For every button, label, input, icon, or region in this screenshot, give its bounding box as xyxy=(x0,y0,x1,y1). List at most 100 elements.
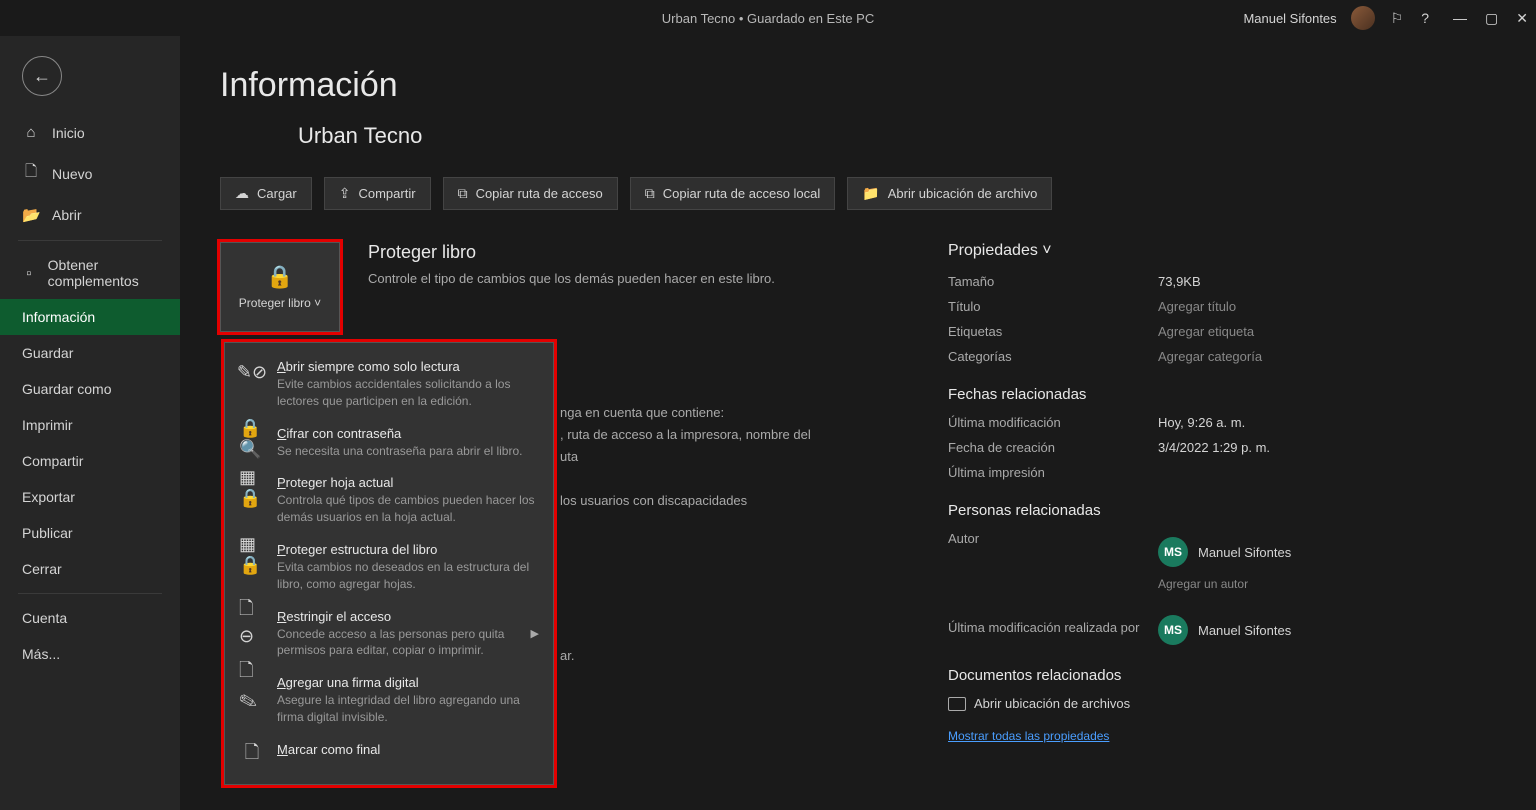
lastmod-name: Manuel Sifontes xyxy=(1198,623,1291,638)
action-compartir[interactable]: ⇪Compartir xyxy=(324,177,431,210)
sidebar-item-obtener-complementos[interactable]: ▫Obtener complementos xyxy=(0,247,180,299)
add-author[interactable]: Agregar un autor xyxy=(1158,577,1496,591)
prop-label: Título xyxy=(948,299,1158,314)
protect-section-desc: Controle el tipo de cambios que los demá… xyxy=(368,269,838,289)
sidebar-item-compartir[interactable]: Compartir xyxy=(0,443,180,479)
dropdown-item-icon: 🗋⊖ xyxy=(239,609,265,635)
dropdown-item-icon: ✎⊘ xyxy=(239,359,265,385)
properties-header[interactable]: Propiedades ˅ xyxy=(948,242,1496,260)
sidebar-item-información[interactable]: Información xyxy=(0,299,180,335)
prop-value[interactable]: Agregar categoría xyxy=(1158,349,1262,364)
dropdown-item-title: Cifrar con contraseña xyxy=(277,426,539,441)
protect-tile-label: Proteger libro ˅ xyxy=(239,296,321,310)
sidebar-item-abrir[interactable]: 📂Abrir xyxy=(0,196,180,234)
action-icon: 📁 xyxy=(862,185,879,202)
chevron-right-icon: ▶ xyxy=(531,627,539,640)
maximize-icon[interactable]: ▢ xyxy=(1485,10,1498,27)
sidebar-item-exportar[interactable]: Exportar xyxy=(0,479,180,515)
dropdown-item-icon: ▦🔒 xyxy=(239,475,265,501)
document-title: Urban Tecno xyxy=(298,123,1496,149)
nav-icon: ▫ xyxy=(22,265,36,282)
prop-label: Etiquetas xyxy=(948,324,1158,339)
protect-workbook-tile[interactable]: 🔒 Proteger libro ˅ xyxy=(220,242,340,332)
dates-header: Fechas relacionadas xyxy=(948,386,1496,403)
help-icon[interactable]: ? xyxy=(1419,8,1431,28)
sidebar-item-imprimir[interactable]: Imprimir xyxy=(0,407,180,443)
sidebar: ← ⌂Inicio🗋Nuevo📂Abrir ▫Obtener complement… xyxy=(0,36,180,810)
dropdown-item[interactable]: ▦🔒 Proteger estructura del libro Evita c… xyxy=(225,534,553,601)
nav-icon: 📂 xyxy=(22,206,40,224)
dropdown-item-icon: 🗋✎ xyxy=(239,675,265,701)
dropdown-item-icon: 🗋 xyxy=(239,742,265,768)
author-label: Autor xyxy=(948,531,1158,567)
dropdown-item-desc: Concede acceso a las personas pero quita… xyxy=(277,626,519,660)
prop-value: Hoy, 9:26 a. m. xyxy=(1158,415,1245,430)
titlebar-title: Urban Tecno • Guardado en Este PC xyxy=(662,11,874,26)
dropdown-item[interactable]: 🔒🔍 Cifrar con contraseña Se necesita una… xyxy=(225,418,553,468)
prop-label: Fecha de creación xyxy=(948,440,1158,455)
dropdown-item-icon: ▦🔒 xyxy=(239,542,265,568)
action-icon: ⇪ xyxy=(339,185,351,202)
dropdown-item-icon: 🔒🔍 xyxy=(239,426,265,452)
prop-value: 3/4/2022 1:29 p. m. xyxy=(1158,440,1270,455)
protect-dropdown: ✎⊘ Abrir siempre como solo lectura Evite… xyxy=(224,342,554,785)
prop-label: Última modificación xyxy=(948,415,1158,430)
action-abrir-ubicación-de-archivo[interactable]: 📁Abrir ubicación de archivo xyxy=(847,177,1052,210)
dropdown-item-title: Proteger hoja actual xyxy=(277,475,539,490)
nav-icon: 🗋 xyxy=(22,161,40,186)
prop-label: Última impresión xyxy=(948,465,1158,480)
sidebar-item-inicio[interactable]: ⌂Inicio xyxy=(0,114,180,151)
minimize-icon[interactable]: — xyxy=(1453,10,1467,27)
sidebar-item-guardar[interactable]: Guardar xyxy=(0,335,180,371)
sidebar-item-más-[interactable]: Más... xyxy=(0,636,180,672)
action-icon: ☁ xyxy=(235,185,249,202)
obscured-text: nga en cuenta que contiene:, ruta de acc… xyxy=(560,402,840,667)
prop-label: Tamaño xyxy=(948,274,1158,289)
lastmod-avatar: MS xyxy=(1158,615,1188,645)
dropdown-item-title: Marcar como final xyxy=(277,742,539,757)
sidebar-item-cerrar[interactable]: Cerrar xyxy=(0,551,180,587)
dropdown-item-desc: Evita cambios no deseados en la estructu… xyxy=(277,559,539,593)
dropdown-item-desc: Controla qué tipos de cambios pueden hac… xyxy=(277,492,539,526)
dropdown-item-title: Restringir el acceso xyxy=(277,609,519,624)
people-header: Personas relacionadas xyxy=(948,502,1496,519)
close-icon[interactable]: ✕ xyxy=(1516,10,1528,27)
nav-icon: ⌂ xyxy=(22,124,40,141)
sidebar-item-publicar[interactable]: Publicar xyxy=(0,515,180,551)
dropdown-item-title: Proteger estructura del libro xyxy=(277,542,539,557)
dropdown-item-desc: Se necesita una contraseña para abrir el… xyxy=(277,443,539,460)
show-all-properties[interactable]: Mostrar todas las propiedades xyxy=(948,729,1496,743)
action-copiar-ruta-de-acceso[interactable]: ⧉Copiar ruta de acceso xyxy=(443,177,618,210)
dropdown-item[interactable]: ✎⊘ Abrir siempre como solo lectura Evite… xyxy=(225,351,553,418)
sidebar-item-nuevo[interactable]: 🗋Nuevo xyxy=(0,151,180,196)
dropdown-item-desc: Asegure la integridad del libro agregand… xyxy=(277,692,539,726)
action-icon: ⧉ xyxy=(458,185,468,202)
protect-section-title: Proteger libro xyxy=(368,242,838,263)
user-name: Manuel Sifontes xyxy=(1243,11,1336,26)
action-icon: ⧉ xyxy=(645,185,655,202)
user-avatar[interactable] xyxy=(1351,6,1375,30)
dropdown-item-desc: Evite cambios accidentales solicitando a… xyxy=(277,376,539,410)
action-copiar-ruta-de-acceso-local[interactable]: ⧉Copiar ruta de acceso local xyxy=(630,177,836,210)
author-avatar: MS xyxy=(1158,537,1188,567)
action-cargar[interactable]: ☁Cargar xyxy=(220,177,312,210)
dropdown-item[interactable]: ▦🔒 Proteger hoja actual Controla qué tip… xyxy=(225,467,553,534)
dropdown-item-title: Abrir siempre como solo lectura xyxy=(277,359,539,374)
back-button[interactable]: ← xyxy=(22,56,62,96)
prop-value[interactable]: Agregar etiqueta xyxy=(1158,324,1254,339)
open-file-location[interactable]: Abrir ubicación de archivos xyxy=(948,696,1496,711)
dropdown-item[interactable]: 🗋⊖ Restringir el acceso Concede acceso a… xyxy=(225,601,553,668)
sidebar-item-guardar-como[interactable]: Guardar como xyxy=(0,371,180,407)
dropdown-item[interactable]: 🗋 Marcar como final xyxy=(225,734,553,776)
related-docs-header: Documentos relacionados xyxy=(948,667,1496,684)
page-title: Información xyxy=(220,66,1496,105)
dropdown-item-title: Agregar una firma digital xyxy=(277,675,539,690)
dropdown-item[interactable]: 🗋✎ Agregar una firma digital Asegure la … xyxy=(225,667,553,734)
sidebar-item-cuenta[interactable]: Cuenta xyxy=(0,600,180,636)
prop-label: Categorías xyxy=(948,349,1158,364)
author-name: Manuel Sifontes xyxy=(1198,545,1291,560)
prop-value: 73,9KB xyxy=(1158,274,1201,289)
notification-icon[interactable]: ⚐ xyxy=(1389,8,1406,29)
prop-value[interactable]: Agregar título xyxy=(1158,299,1236,314)
back-arrow-icon: ← xyxy=(33,66,51,87)
